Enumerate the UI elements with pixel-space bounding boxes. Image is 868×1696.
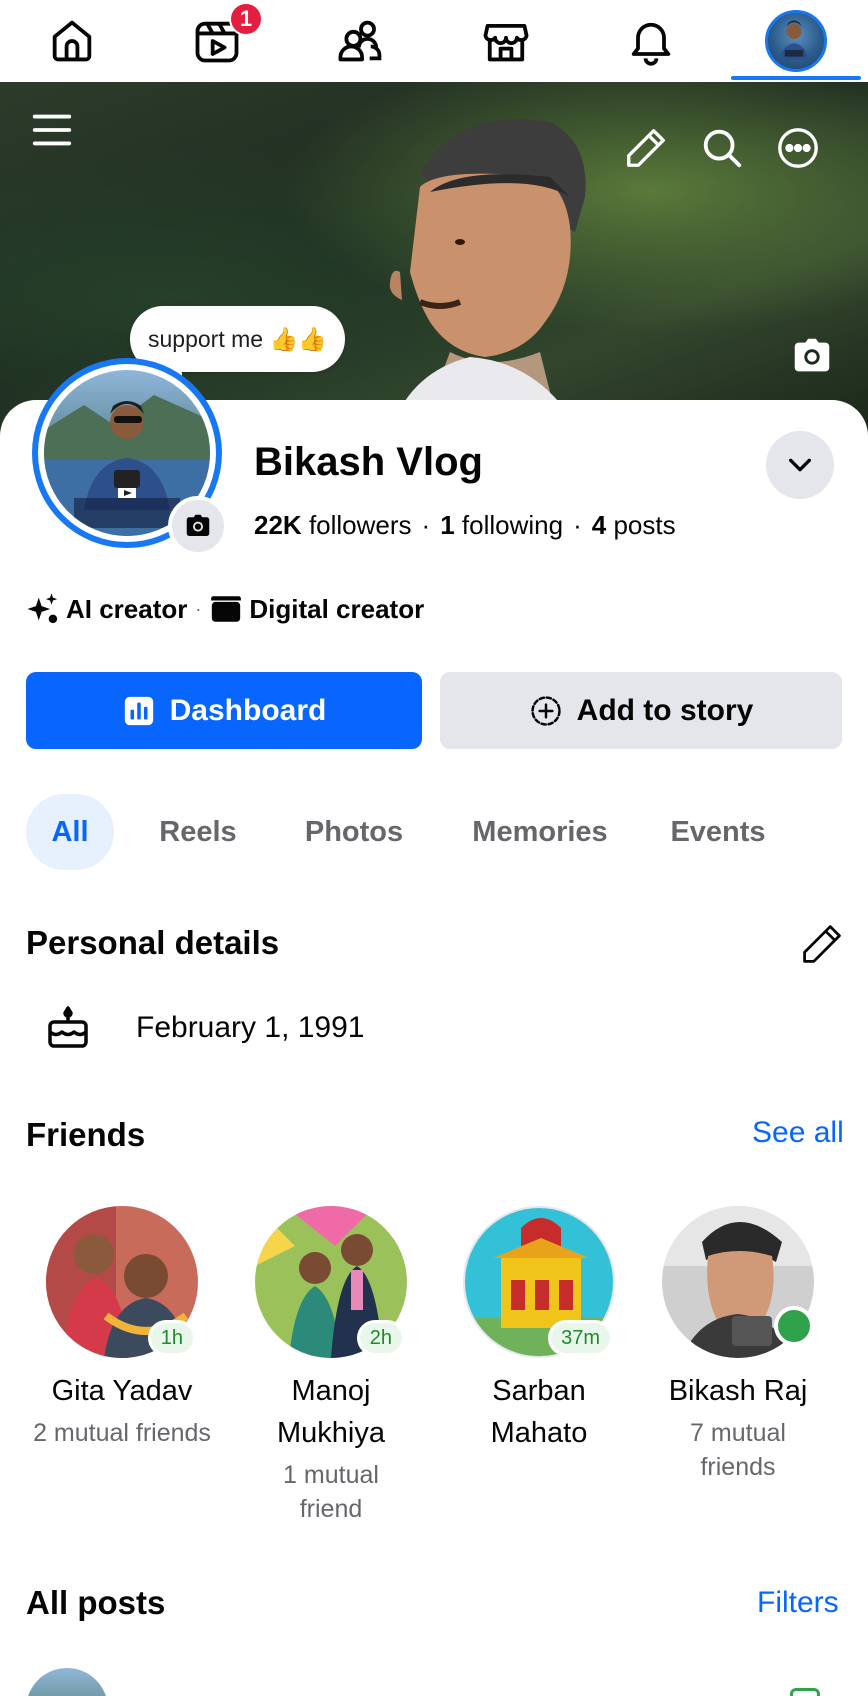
dashboard-button[interactable]: Dashboard <box>26 672 422 749</box>
friend-avatar <box>662 1206 814 1358</box>
cover-person-illustration <box>389 119 586 432</box>
story-time-badge: 2h <box>356 1320 405 1356</box>
friends-icon <box>338 20 382 62</box>
friend-card[interactable]: 2h Manoj Mukhiya 1 mutual friend <box>231 1206 431 1526</box>
profile-stats: 22K followers · 1 following · 4 posts <box>254 510 676 540</box>
add-to-story-button[interactable]: Add to story <box>440 672 842 749</box>
birthday-cake-icon <box>48 1006 88 1048</box>
home-icon <box>52 20 92 62</box>
reels-badge: 1 <box>229 2 263 36</box>
friend-mutual-count: 1 mutual friend <box>283 1461 379 1523</box>
category-ai-creator: AI creator <box>66 593 188 624</box>
search-button[interactable] <box>694 120 750 176</box>
tab-reels[interactable]: Reels <box>142 794 254 870</box>
top-navigation-bar: 1 <box>0 0 868 82</box>
edit-avatar-button[interactable] <box>168 496 228 556</box>
active-tab-indicator <box>731 76 861 80</box>
menu-icon <box>32 114 72 146</box>
sparkle-icon <box>27 593 58 624</box>
online-status-indicator <box>774 1306 814 1346</box>
profile-name: Bikash Vlog <box>254 440 483 484</box>
friends-title: Friends <box>26 1116 146 1153</box>
friend-name: Sarban Mahato <box>490 1375 588 1449</box>
bell-icon <box>631 22 671 66</box>
friend-name: Manoj Mukhiya <box>277 1375 385 1449</box>
friend-mutual-count: 2 mutual friends <box>33 1419 211 1447</box>
friend-card[interactable]: Bikash Raj 7 mutual friends <box>638 1206 838 1484</box>
personal-details-title: Personal details <box>26 924 280 961</box>
category-digital-creator: Digital creator <box>249 593 425 624</box>
clapperboard-icon <box>211 596 242 622</box>
friend-card[interactable]: 37m Sarban Mahato <box>439 1206 639 1454</box>
edit-profile-button[interactable] <box>618 120 674 176</box>
nav-profile[interactable] <box>736 0 856 82</box>
see-all-friends-link[interactable]: See all <box>752 1116 844 1150</box>
profile-avatar <box>765 10 827 72</box>
nav-reels[interactable]: 1 <box>157 0 277 82</box>
marketplace-icon <box>483 23 529 62</box>
friend-avatar: 37m <box>463 1206 615 1358</box>
friend-name: Gita Yadav <box>51 1375 193 1407</box>
nav-home[interactable] <box>12 0 132 82</box>
tab-photos[interactable]: Photos <box>286 794 422 870</box>
friend-mutual-count: 7 mutual friends <box>690 1419 786 1481</box>
menu-button[interactable] <box>24 102 80 158</box>
search-icon <box>703 129 742 168</box>
chevron-down-icon <box>789 458 811 472</box>
profile-dropdown-button[interactable] <box>766 431 834 499</box>
add-to-story-label: Add to story <box>576 693 754 727</box>
profile-categories: AI creator · Digital creator <box>26 592 424 626</box>
add-story-icon <box>530 695 561 726</box>
edit-cover-button[interactable] <box>784 328 840 384</box>
friend-avatar: 1h <box>46 1206 198 1358</box>
dashboard-label: Dashboard <box>169 693 327 727</box>
story-time-badge: 1h <box>147 1320 196 1356</box>
camera-icon <box>794 338 830 372</box>
camera-icon <box>186 514 210 536</box>
tab-all[interactable]: All <box>26 794 114 870</box>
more-icon <box>778 128 818 168</box>
birthday-row: February 1, 1991 <box>44 1004 544 1052</box>
pencil-icon <box>627 129 665 167</box>
posts-stat[interactable]: 4 posts <box>592 510 676 540</box>
profile-tabs: All Reels Photos Memories Events <box>26 794 866 870</box>
birthday-text: February 1, 1991 <box>136 1011 365 1044</box>
followers-stat[interactable]: 22K followers <box>254 510 412 540</box>
tab-events[interactable]: Events <box>658 794 778 870</box>
more-options-button[interactable] <box>770 120 826 176</box>
profile-note-text: support me 👍👍 <box>148 325 327 352</box>
nav-marketplace[interactable] <box>446 0 566 82</box>
nav-friends[interactable] <box>301 0 421 82</box>
friend-name: Bikash Raj <box>668 1375 808 1407</box>
following-stat[interactable]: 1 following <box>440 510 563 540</box>
post-action-icon[interactable] <box>790 1688 820 1696</box>
dashboard-icon <box>124 696 153 725</box>
edit-details-pencil-icon[interactable] <box>800 922 844 966</box>
profile-picture[interactable] <box>32 358 228 556</box>
story-time-badge: 37m <box>548 1320 613 1356</box>
filters-link[interactable]: Filters <box>757 1586 839 1620</box>
friend-card[interactable]: 1h Gita Yadav 2 mutual friends <box>22 1206 222 1450</box>
tab-memories[interactable]: Memories <box>456 794 624 870</box>
all-posts-title: All posts <box>26 1584 166 1621</box>
friend-avatar: 2h <box>255 1206 407 1358</box>
nav-notifications[interactable] <box>591 0 711 82</box>
